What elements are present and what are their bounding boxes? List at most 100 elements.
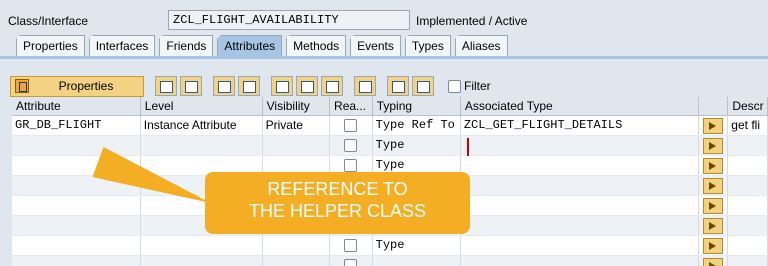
readonly-checkbox[interactable] [344, 259, 358, 266]
attribute-cell[interactable]: GR_DB_FLIGHT [12, 116, 141, 135]
column-header-readonly[interactable]: Rea... [330, 97, 373, 115]
description-cell[interactable] [728, 196, 768, 215]
associated-type-cell[interactable] [461, 156, 699, 175]
tab-methods[interactable]: Methods [286, 35, 347, 56]
readonly-checkbox[interactable] [344, 239, 358, 252]
callout-line-2: THE HELPER CLASS [248, 201, 427, 221]
callout-box: REFERENCE TO THE HELPER CLASS [205, 172, 470, 234]
table-row[interactable]: Type [12, 136, 768, 156]
attribute-cell[interactable] [12, 256, 141, 266]
description-cell[interactable]: get fli [728, 116, 768, 135]
class-name-field[interactable]: ZCL_FLIGHT_AVAILABILITY [168, 10, 410, 30]
associated-type-cell[interactable] [461, 256, 699, 266]
attribute-cell[interactable] [12, 236, 141, 255]
cursor-mark [467, 138, 469, 156]
associated-type-cell[interactable]: ZCL_GET_FLIGHT_DETAILS [461, 116, 699, 135]
column-header-level[interactable]: Level [141, 97, 263, 115]
description-cell[interactable] [728, 176, 768, 195]
navigate-button-cell [699, 156, 729, 175]
visibility-cell[interactable] [263, 236, 331, 255]
tab-underline [0, 56, 768, 59]
print-icon[interactable] [354, 76, 376, 96]
typing-cell[interactable]: Type [373, 136, 461, 155]
associated-type-cell[interactable] [461, 196, 699, 215]
description-cell[interactable] [728, 216, 768, 235]
visibility-cell[interactable] [263, 136, 331, 155]
visibility-cell[interactable]: Private [263, 116, 331, 135]
associated-type-cell[interactable] [461, 216, 699, 235]
navigate-button-cell [699, 136, 729, 155]
navigate-arrow-icon[interactable] [702, 158, 723, 174]
description-cell[interactable] [728, 136, 768, 155]
attribute-cell[interactable] [12, 216, 141, 235]
navigate-button-cell [699, 236, 729, 255]
readonly-checkbox[interactable] [344, 139, 358, 152]
readonly-checkbox[interactable] [344, 159, 358, 172]
tab-strip: Properties Interfaces Friends Attributes… [16, 35, 512, 57]
associated-type-cell[interactable] [461, 136, 699, 155]
associated-type-cell[interactable] [461, 176, 699, 195]
navigate-button-cell [699, 196, 729, 215]
insert-row-icon[interactable] [155, 76, 177, 96]
associated-type-cell[interactable] [461, 236, 699, 255]
class-interface-label: Class/Interface [8, 14, 89, 28]
find-icon[interactable] [387, 76, 409, 96]
description-cell[interactable] [728, 156, 768, 175]
column-header-button [699, 97, 729, 115]
table-header: Attribute Level Visibility Rea... Typing… [12, 97, 768, 116]
readonly-cell [330, 236, 373, 255]
readonly-cell [330, 116, 373, 135]
find-next-icon[interactable] [412, 76, 434, 96]
properties-button[interactable]: Properties [10, 75, 144, 97]
typing-cell[interactable] [373, 256, 461, 266]
filter-toggle[interactable]: Filter [448, 79, 491, 93]
description-cell[interactable] [728, 256, 768, 266]
navigate-arrow-icon[interactable] [702, 258, 723, 266]
attribute-cell[interactable] [12, 136, 141, 155]
navigate-button-cell [699, 256, 729, 266]
column-header-description[interactable]: Descr [728, 97, 768, 115]
column-header-associated-type[interactable]: Associated Type [461, 97, 699, 115]
status-text: Implemented / Active [416, 14, 528, 28]
navigate-arrow-icon[interactable] [702, 178, 723, 194]
level-cell[interactable] [141, 136, 263, 155]
readonly-checkbox[interactable] [344, 119, 358, 132]
attribute-cell[interactable] [12, 196, 141, 215]
level-cell[interactable] [141, 256, 263, 266]
navigate-arrow-icon[interactable] [702, 138, 723, 154]
level-cell[interactable]: Instance Attribute [141, 116, 263, 135]
cut-icon[interactable] [271, 76, 293, 96]
navigate-arrow-icon[interactable] [702, 238, 723, 254]
callout-line-1: REFERENCE TO [267, 179, 408, 199]
tab-friends[interactable]: Friends [159, 35, 214, 56]
description-cell[interactable] [728, 236, 768, 255]
tab-attributes[interactable]: Attributes [217, 35, 283, 56]
tab-interfaces[interactable]: Interfaces [88, 35, 156, 56]
column-header-typing[interactable]: Typing [373, 97, 461, 115]
add-row-icon[interactable] [213, 76, 235, 96]
navigate-arrow-icon[interactable] [702, 118, 723, 134]
filter-checkbox[interactable] [448, 79, 461, 93]
typing-cell[interactable]: Type [373, 236, 461, 255]
append-row-icon[interactable] [180, 76, 202, 96]
level-cell[interactable] [141, 236, 263, 255]
properties-button-label: Properties [58, 79, 114, 93]
delete-row-icon[interactable] [238, 76, 260, 96]
tab-events[interactable]: Events [350, 35, 401, 56]
tab-aliases[interactable]: Aliases [454, 35, 508, 56]
column-header-attribute[interactable]: Attribute [12, 97, 141, 115]
navigate-button-cell [699, 116, 729, 135]
table-row[interactable] [12, 256, 768, 266]
navigate-arrow-icon[interactable] [702, 198, 723, 214]
visibility-cell[interactable] [263, 256, 331, 266]
paste-icon[interactable] [321, 76, 343, 96]
tab-properties[interactable]: Properties [16, 35, 85, 56]
navigate-button-cell [699, 176, 729, 195]
typing-cell[interactable]: Type Ref To [373, 116, 461, 135]
tab-types[interactable]: Types [404, 35, 451, 56]
navigate-arrow-icon[interactable] [702, 218, 723, 234]
column-header-visibility[interactable]: Visibility [263, 97, 331, 115]
table-row[interactable]: GR_DB_FLIGHT Instance Attribute Private … [12, 116, 768, 136]
table-row[interactable]: Type [12, 236, 768, 256]
copy-icon[interactable] [296, 76, 318, 96]
